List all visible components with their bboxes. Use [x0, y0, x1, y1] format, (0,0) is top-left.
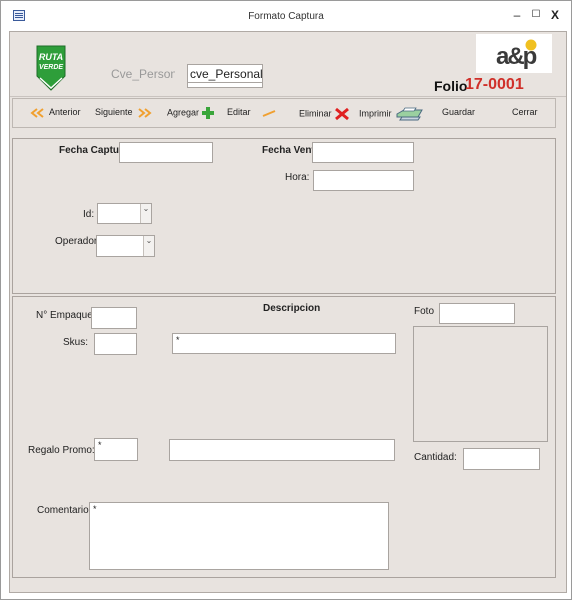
- ruta-verde-logo: RUTA VERDE: [36, 45, 66, 91]
- empaque-input[interactable]: [91, 307, 137, 329]
- eliminar-button[interactable]: Eliminar: [299, 107, 350, 121]
- chevron-down-icon[interactable]: ⌄: [140, 204, 151, 223]
- comentarios-textarea[interactable]: *: [89, 502, 389, 570]
- minimize-button[interactable]: –: [509, 7, 525, 23]
- eliminar-label: Eliminar: [299, 108, 332, 119]
- id-combo[interactable]: ⌄: [97, 203, 152, 224]
- descripcion-input[interactable]: *: [172, 333, 396, 354]
- cve-personal-field[interactable]: cve_Personal: [187, 64, 263, 83]
- svg-text:RUTA: RUTA: [39, 52, 63, 62]
- red-x-icon: [335, 107, 349, 121]
- ap-logo: a&p: [476, 34, 552, 73]
- empaque-label: N° Empaque:: [36, 310, 96, 321]
- skus-label: Skus:: [63, 337, 89, 348]
- editar-button[interactable]: Editar: [227, 107, 281, 118]
- regalo-descripcion-input[interactable]: [169, 439, 395, 461]
- guardar-button[interactable]: Guardar: [442, 107, 475, 117]
- title-bar: Formato Captura – ☐ X: [1, 1, 571, 31]
- app-window: Formato Captura – ☐ X RUTA VERDE Cve_Per…: [0, 0, 572, 600]
- hora-label: Hora:: [285, 172, 310, 183]
- operador-combo[interactable]: ⌄: [96, 235, 155, 257]
- section-detalle: N° Empaque: Descripcion Foto Skus: * Reg…: [12, 296, 556, 578]
- imprimir-label: Imprimir: [359, 108, 392, 119]
- section-fechas: Fecha Captura: Fecha Venta: Hora: Id: ⌄ …: [12, 138, 556, 294]
- fecha-venta-input[interactable]: [312, 142, 414, 163]
- header-separator: [10, 96, 566, 97]
- agregar-button[interactable]: Agregar: [167, 107, 214, 119]
- agregar-label: Agregar: [167, 107, 200, 118]
- descripcion-label: Descripcion: [263, 303, 321, 314]
- double-left-arrow-icon: [30, 107, 44, 118]
- plus-icon: [201, 107, 214, 119]
- foto-input[interactable]: [439, 303, 515, 324]
- regalo-promo-label: Regalo Promo:: [28, 445, 95, 456]
- operador-label: Operador:: [55, 236, 101, 247]
- siguiente-label: Siguiente: [95, 107, 133, 117]
- skus-input[interactable]: [94, 333, 137, 355]
- comentarios-label: Comentarios:: [37, 505, 97, 516]
- id-label: Id:: [83, 209, 95, 220]
- fecha-captura-input[interactable]: [119, 142, 213, 163]
- siguiente-button[interactable]: Siguiente: [95, 107, 155, 118]
- maximize-button[interactable]: ☐: [528, 7, 544, 23]
- regalo-promo-input[interactable]: *: [94, 438, 138, 461]
- double-right-arrow-icon: [138, 107, 152, 118]
- pencil-icon: [262, 109, 276, 117]
- printer-icon: [396, 107, 423, 121]
- cerrar-button[interactable]: Cerrar: [512, 107, 538, 117]
- cve-personal-field-bottom: [187, 83, 263, 88]
- editar-label: Editar: [227, 107, 251, 117]
- foto-label: Foto: [414, 306, 435, 317]
- toolbar: Anterior Siguiente Agregar Editar Elimin…: [12, 98, 556, 128]
- chevron-down-icon[interactable]: ⌄: [143, 236, 154, 256]
- folio-value: 17-0001: [465, 76, 524, 93]
- window-title: Formato Captura: [248, 11, 324, 22]
- hora-input[interactable]: [313, 170, 414, 191]
- form-body: RUTA VERDE Cve_Personal cve_Personal a&p…: [9, 31, 567, 593]
- cantidad-label: Cantidad:: [414, 452, 457, 463]
- close-button[interactable]: X: [547, 7, 563, 23]
- svg-text:VERDE: VERDE: [39, 64, 63, 71]
- cantidad-input[interactable]: [463, 448, 540, 470]
- imprimir-button[interactable]: Imprimir: [359, 107, 424, 121]
- foto-image-frame: [413, 326, 548, 442]
- anterior-label: Anterior: [49, 107, 81, 117]
- anterior-button[interactable]: Anterior: [29, 107, 81, 118]
- cve-personal-label: Cve_Personal: [111, 67, 175, 81]
- folio-label: Folio: [434, 78, 468, 94]
